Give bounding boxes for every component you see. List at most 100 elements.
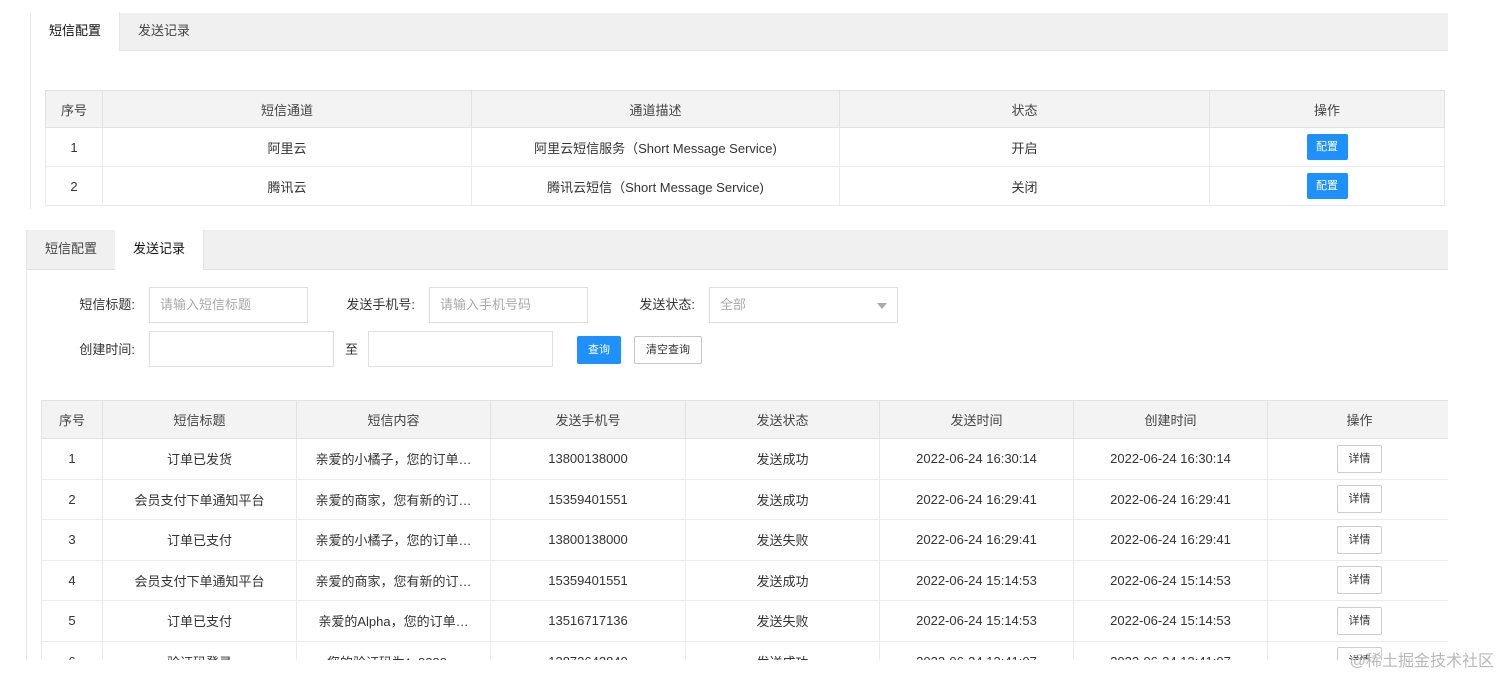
detail-button[interactable]: 详情 xyxy=(1337,485,1382,514)
col-no: 序号 xyxy=(45,90,103,128)
cell-action: 详情 xyxy=(1267,519,1448,561)
channel-table-header: 序号 短信通道 通道描述 状态 操作 xyxy=(45,90,1445,128)
title-filter-input[interactable]: 请输入短信标题 xyxy=(149,287,308,323)
cell-title: 会员支付下单通知平台 xyxy=(102,559,297,601)
tab-send-records[interactable]: 发送记录 xyxy=(115,230,205,270)
cell-title: 订单已支付 xyxy=(102,519,297,561)
config-tabbar: 短信配置 发送记录 xyxy=(31,12,1448,51)
col-content: 短信内容 xyxy=(296,400,491,439)
cell-created-time: 2022-06-24 16:29:41 xyxy=(1073,478,1268,520)
records-table-header: 序号 短信标题 短信内容 发送手机号 发送状态 发送时间 创建时间 操作 xyxy=(41,400,1448,439)
cell-action: 配置 xyxy=(1209,166,1445,206)
cell-created-time: 2022-06-24 13:41:07 xyxy=(1073,640,1268,660)
query-button[interactable]: 查询 xyxy=(577,336,621,364)
cell-status: 发送成功 xyxy=(685,478,880,520)
cell-content: 亲爱的小橘子，您的订单… xyxy=(296,438,491,480)
cell-phone: 13800138000 xyxy=(490,438,686,480)
cell-title: 会员支付下单通知平台 xyxy=(102,478,297,520)
cell-status: 开启 xyxy=(839,127,1210,167)
cell-action: 详情 xyxy=(1267,478,1448,520)
title-filter-label: 短信标题: xyxy=(79,297,135,312)
tab-send-records[interactable]: 发送记录 xyxy=(120,12,208,50)
col-title: 短信标题 xyxy=(102,400,297,439)
table-row: 6 验证码登录 您的验证码为：8888… 13872642840 发送成功 20… xyxy=(41,640,1448,660)
cell-phone: 15359401551 xyxy=(490,478,686,520)
col-status: 发送状态 xyxy=(685,400,880,439)
phone-filter-input[interactable]: 请输入手机号码 xyxy=(429,287,588,323)
status-filter-label: 发送状态: xyxy=(639,297,695,312)
table-row: 5 订单已支付 亲爱的Alpha，您的订单… 13516717136 发送失败 … xyxy=(41,600,1448,642)
created-end-input[interactable] xyxy=(368,331,553,367)
cell-content: 亲爱的小橘子，您的订单… xyxy=(296,519,491,561)
cell-phone: 13800138000 xyxy=(490,519,686,561)
col-action: 操作 xyxy=(1209,90,1445,128)
cell-action: 详情 xyxy=(1267,438,1448,480)
cell-no: 5 xyxy=(41,600,103,642)
cell-created-time: 2022-06-24 16:29:41 xyxy=(1073,519,1268,561)
cell-action: 详情 xyxy=(1267,600,1448,642)
clear-query-button[interactable]: 清空查询 xyxy=(634,336,702,364)
cell-content: 亲爱的商家，您有新的订… xyxy=(296,478,491,520)
cell-action: 详情 xyxy=(1267,559,1448,601)
cell-sent-time: 2022-06-24 16:30:14 xyxy=(879,438,1074,480)
cell-sent-time: 2022-06-24 16:29:41 xyxy=(879,519,1074,561)
cell-no: 1 xyxy=(45,127,103,167)
cell-no: 2 xyxy=(45,166,103,206)
cell-no: 2 xyxy=(41,478,103,520)
table-row: 1 订单已发货 亲爱的小橘子，您的订单… 13800138000 发送成功 20… xyxy=(41,438,1448,480)
col-phone: 发送手机号 xyxy=(490,400,686,439)
cell-content: 您的验证码为：8888… xyxy=(296,640,491,660)
col-action: 操作 xyxy=(1267,400,1448,439)
created-filter-label: 创建时间: xyxy=(79,342,135,357)
col-sent-time: 发送时间 xyxy=(879,400,1074,439)
cell-channel: 阿里云 xyxy=(102,127,472,167)
table-row: 2 会员支付下单通知平台 亲爱的商家，您有新的订… 15359401551 发送… xyxy=(41,478,1448,520)
detail-button[interactable]: 详情 xyxy=(1337,444,1382,473)
cell-sent-time: 2022-06-24 13:41:07 xyxy=(879,640,1074,660)
status-select-value: 全部 xyxy=(720,297,747,312)
records-table: 序号 短信标题 短信内容 发送手机号 发送状态 发送时间 创建时间 操作 1 订… xyxy=(41,400,1448,660)
to-label: 至 xyxy=(345,342,359,357)
cell-status: 发送成功 xyxy=(685,438,880,480)
chevron-down-icon xyxy=(877,303,887,309)
table-row: 4 会员支付下单通知平台 亲爱的商家，您有新的订… 15359401551 发送… xyxy=(41,559,1448,601)
cell-sent-time: 2022-06-24 15:14:53 xyxy=(879,600,1074,642)
tab-sms-config[interactable]: 短信配置 xyxy=(27,230,115,269)
cell-no: 6 xyxy=(41,640,103,660)
cell-no: 1 xyxy=(41,438,103,480)
cell-phone: 13872642840 xyxy=(490,640,686,660)
cell-desc: 腾讯云短信（Short Message Service) xyxy=(471,166,840,206)
watermark: @稀土掘金技术社区 xyxy=(1349,653,1494,670)
page: 短信配置 发送记录 序号 短信通道 通道描述 状态 操作 1 阿里云 阿里云短信… xyxy=(0,0,1512,687)
cell-title: 订单已支付 xyxy=(102,600,297,642)
channel-table: 序号 短信通道 通道描述 状态 操作 1 阿里云 阿里云短信服务（Short M… xyxy=(45,90,1445,206)
sms-config-panel: 短信配置 发送记录 序号 短信通道 通道描述 状态 操作 1 阿里云 阿里云短信… xyxy=(30,12,1448,209)
cell-created-time: 2022-06-24 15:14:53 xyxy=(1073,600,1268,642)
cell-status: 关闭 xyxy=(839,166,1210,206)
col-desc: 通道描述 xyxy=(471,90,840,128)
send-records-panel: 短信配置 发送记录 短信标题: 请输入短信标题 发送手机号: 请输入手机号码 发… xyxy=(26,230,1448,660)
status-select[interactable]: 全部 xyxy=(709,287,898,323)
table-row: 3 订单已支付 亲爱的小橘子，您的订单… 13800138000 发送失败 20… xyxy=(41,519,1448,561)
detail-button[interactable]: 详情 xyxy=(1337,606,1382,635)
tab-sms-config[interactable]: 短信配置 xyxy=(31,12,121,51)
config-button[interactable]: 配置 xyxy=(1306,134,1348,160)
detail-button[interactable]: 详情 xyxy=(1337,525,1382,554)
config-button[interactable]: 配置 xyxy=(1306,173,1348,199)
cell-desc: 阿里云短信服务（Short Message Service) xyxy=(471,127,840,167)
cell-status: 发送失败 xyxy=(685,519,880,561)
cell-phone: 15359401551 xyxy=(490,559,686,601)
detail-button[interactable]: 详情 xyxy=(1337,566,1382,595)
phone-filter-label: 发送手机号: xyxy=(346,297,415,312)
col-status: 状态 xyxy=(839,90,1210,128)
table-row: 2 腾讯云 腾讯云短信（Short Message Service) 关闭 配置 xyxy=(45,166,1445,206)
cell-created-time: 2022-06-24 16:30:14 xyxy=(1073,438,1268,480)
cell-content: 亲爱的商家，您有新的订… xyxy=(296,559,491,601)
cell-sent-time: 2022-06-24 16:29:41 xyxy=(879,478,1074,520)
cell-sent-time: 2022-06-24 15:14:53 xyxy=(879,559,1074,601)
created-start-input[interactable] xyxy=(149,331,334,367)
col-created-time: 创建时间 xyxy=(1073,400,1268,439)
cell-status: 发送成功 xyxy=(685,640,880,660)
col-no: 序号 xyxy=(41,400,103,439)
cell-channel: 腾讯云 xyxy=(102,166,472,206)
